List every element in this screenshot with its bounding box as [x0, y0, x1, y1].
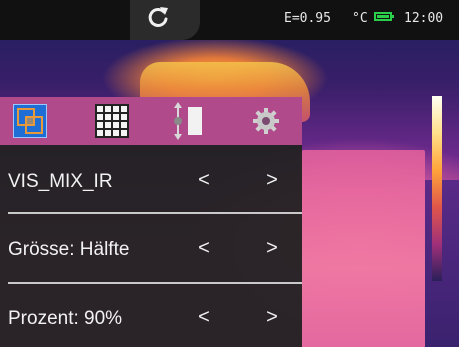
grid-button[interactable] [82, 97, 142, 145]
menu-row-size[interactable]: Grösse: Hälfte < > [0, 219, 302, 285]
menu-row-vis-mix-ir[interactable]: VIS_MIX_IR < > [0, 151, 302, 217]
temperature-scale-bar [432, 96, 442, 281]
thermal-cold-region [425, 180, 459, 347]
next-arrow-button[interactable]: > [260, 237, 284, 260]
thermal-camera-screen: E=0.95 °C 12:00 VIS_MIX_IR < > Grösse: H… [0, 0, 459, 347]
emissivity-readout: E=0.95 [284, 11, 331, 26]
clock: 12:00 [404, 11, 444, 26]
previous-arrow-button[interactable]: < [192, 237, 216, 260]
divider [8, 282, 302, 284]
menu-row-percent[interactable]: Prozent: 90% < > [0, 288, 302, 347]
settings-button[interactable] [236, 97, 296, 145]
temperature-unit: °C [352, 11, 368, 26]
gear-icon [253, 108, 279, 134]
status-bar: E=0.95 °C 12:00 [0, 0, 459, 40]
battery-icon [374, 12, 394, 21]
scale-adjust-icon [174, 102, 202, 140]
next-arrow-button[interactable]: > [260, 169, 284, 192]
scale-adjust-button[interactable] [158, 97, 218, 145]
previous-arrow-button[interactable]: < [192, 306, 216, 329]
next-arrow-button[interactable]: > [260, 306, 284, 329]
refresh-icon[interactable] [145, 4, 171, 30]
menu-panel: VIS_MIX_IR < > Grösse: Hälfte < > Prozen… [0, 145, 302, 347]
grid-icon [95, 104, 129, 138]
toolbar [0, 97, 302, 145]
menu-row-label: Prozent: 90% [8, 308, 123, 329]
thermal-warm-object [300, 150, 425, 347]
previous-arrow-button[interactable]: < [192, 169, 216, 192]
vis-mix-button[interactable] [0, 97, 60, 145]
divider [8, 212, 302, 214]
vis-mix-icon [13, 104, 47, 138]
menu-row-label: VIS_MIX_IR [8, 171, 113, 192]
menu-row-label: Grösse: Hälfte [8, 239, 130, 260]
